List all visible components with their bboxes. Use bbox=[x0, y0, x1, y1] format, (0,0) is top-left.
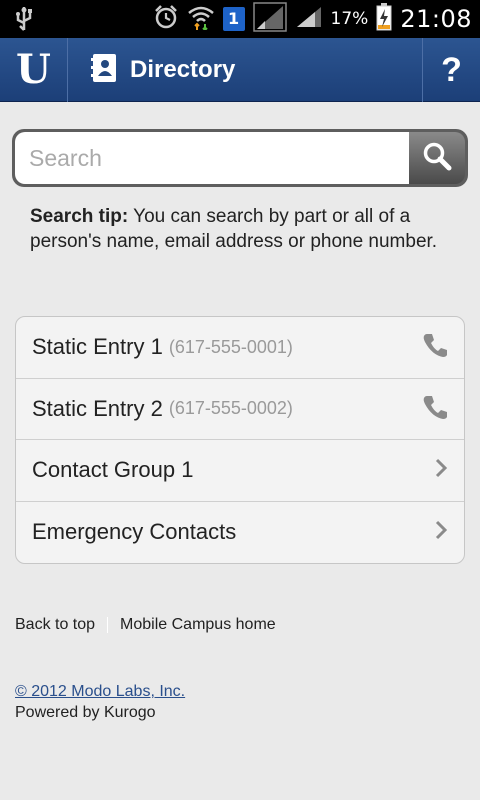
footer-nav: Back to top Mobile Campus home bbox=[15, 616, 276, 634]
alarm-icon bbox=[153, 4, 179, 34]
wifi-icon bbox=[187, 4, 215, 34]
search-tip: Search tip: You can search by part or al… bbox=[30, 205, 440, 254]
status-bar: 1 17% 21:08 bbox=[0, 0, 480, 38]
home-logo-button[interactable]: U bbox=[0, 38, 68, 102]
list-item[interactable]: Static Entry 2 (617-555-0002) bbox=[16, 379, 464, 440]
phone-icon bbox=[422, 394, 448, 424]
chevron-right-icon bbox=[434, 457, 448, 483]
signal-icon bbox=[252, 2, 287, 36]
directory-list: Static Entry 1 (617-555-0001) Static Ent… bbox=[15, 316, 465, 564]
page-title: Directory bbox=[130, 56, 236, 83]
footer-divider bbox=[107, 617, 109, 633]
search-input[interactable] bbox=[15, 132, 409, 184]
search-button[interactable] bbox=[409, 132, 465, 184]
campus-home-link[interactable]: Mobile Campus home bbox=[120, 616, 276, 634]
phone-icon bbox=[422, 332, 448, 362]
sim-icon: 1 bbox=[222, 7, 245, 31]
list-item[interactable]: Static Entry 1 (617-555-0001) bbox=[16, 317, 464, 379]
list-item[interactable]: Emergency Contacts bbox=[16, 502, 464, 564]
entry-phone: (617-555-0002) bbox=[168, 398, 293, 419]
search-bar bbox=[12, 129, 468, 187]
entry-title: Static Entry 1 bbox=[32, 334, 163, 360]
copyright-link[interactable]: © 2012 Modo Labs, Inc. bbox=[15, 683, 185, 700]
breadcrumb: Directory bbox=[90, 38, 235, 102]
search-icon bbox=[422, 141, 452, 175]
battery-percent: 17% bbox=[330, 9, 369, 29]
address-book-icon bbox=[90, 53, 118, 87]
powered-by-text: Powered by Kurogo bbox=[15, 704, 156, 721]
entry-title: Static Entry 2 bbox=[32, 395, 163, 421]
signal-strength-icon bbox=[295, 5, 323, 33]
chevron-right-icon bbox=[434, 519, 448, 545]
entry-title: Contact Group 1 bbox=[32, 457, 194, 483]
logo-letter: U bbox=[16, 46, 51, 93]
app-header: U Directory ? bbox=[0, 38, 480, 102]
help-button[interactable]: ? bbox=[422, 38, 480, 102]
back-to-top-link[interactable]: Back to top bbox=[15, 616, 95, 634]
status-time: 21:08 bbox=[400, 5, 472, 33]
copyright-block: © 2012 Modo Labs, Inc. Powered by Kurogo bbox=[15, 681, 185, 723]
usb-icon bbox=[14, 6, 34, 36]
search-tip-label: Search tip: bbox=[30, 206, 129, 227]
entry-phone: (617-555-0001) bbox=[168, 336, 293, 357]
help-label: ? bbox=[441, 50, 462, 89]
entry-title: Emergency Contacts bbox=[32, 519, 237, 545]
battery-icon bbox=[376, 3, 392, 35]
list-item[interactable]: Contact Group 1 bbox=[16, 440, 464, 502]
